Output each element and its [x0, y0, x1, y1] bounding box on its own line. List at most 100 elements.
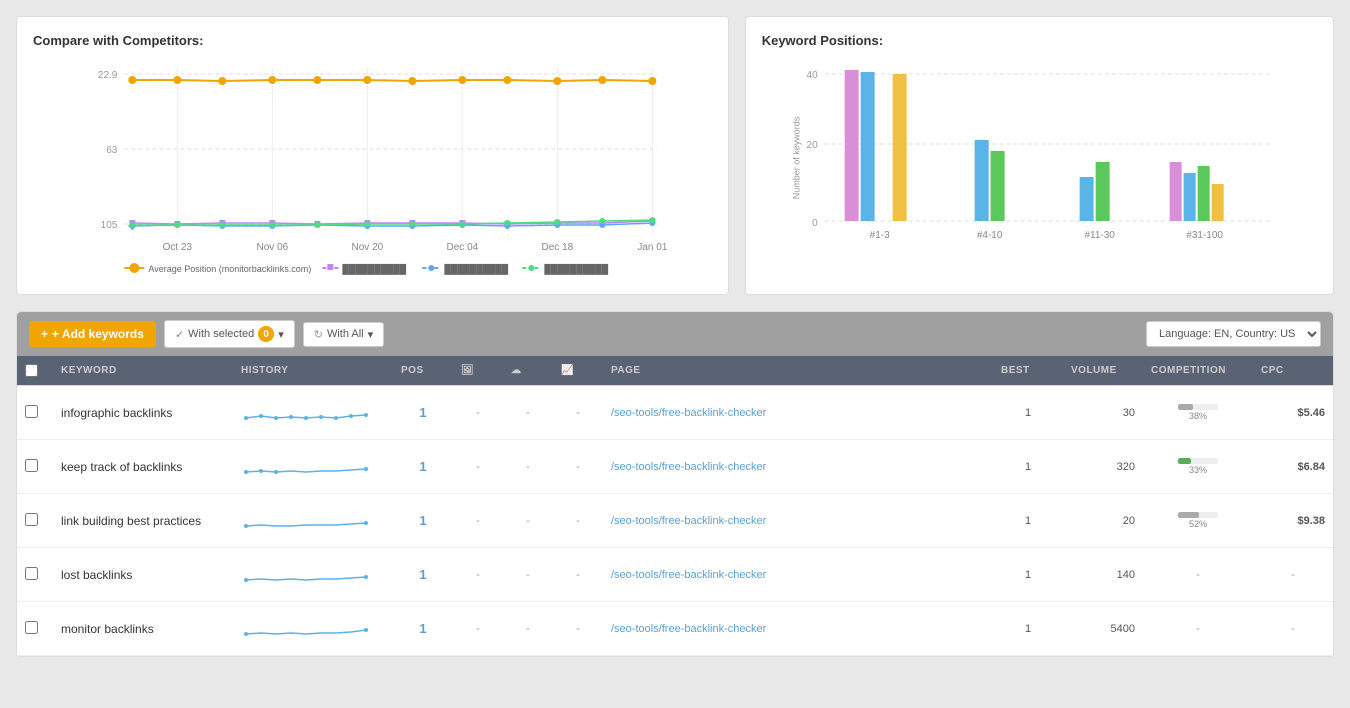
svg-text:Dec 04: Dec 04	[447, 242, 479, 253]
row-1-pos: 1	[393, 401, 453, 424]
row-checkbox-5[interactable]	[17, 617, 53, 641]
row-2-volume: 320	[1063, 457, 1143, 477]
row-5-mini-chart	[241, 612, 371, 642]
svg-text:105: 105	[101, 220, 118, 231]
row-3-history	[233, 500, 393, 541]
row-4-best: 1	[993, 565, 1063, 585]
table-row: lost backlinks 1 - - - /seo-tools/free-b…	[17, 548, 1333, 602]
with-all-label: With All	[327, 328, 364, 340]
svg-text:63: 63	[106, 145, 118, 156]
rotate-icon: ↻	[314, 328, 323, 341]
row-checkbox-4[interactable]	[17, 563, 53, 587]
bar-chart-area: 40 20 0 Number of keywords	[762, 58, 1317, 278]
svg-text:0: 0	[812, 218, 818, 229]
row-4-col1: -	[453, 565, 503, 585]
line-chart-area: 22.9 63 105	[33, 58, 712, 278]
row-2-keyword: keep track of backlinks	[53, 456, 233, 478]
svg-text:#11-30: #11-30	[1084, 230, 1115, 241]
row-5-best: 1	[993, 619, 1063, 639]
row-3-pos: 1	[393, 509, 453, 532]
row-1-checkbox[interactable]	[25, 405, 38, 418]
svg-text:██████████: ██████████	[444, 263, 508, 275]
plus-icon: +	[41, 327, 48, 341]
row-2-history	[233, 446, 393, 487]
svg-text:██████████: ██████████	[544, 263, 608, 275]
row-3-best: 1	[993, 511, 1063, 531]
row-3-col1: -	[453, 511, 503, 531]
row-2-checkbox[interactable]	[25, 459, 38, 472]
row-5-col2: -	[503, 619, 553, 639]
svg-text:40: 40	[806, 70, 818, 81]
right-chart-title: Keyword Positions:	[762, 33, 1317, 48]
row-2-mini-chart	[241, 450, 371, 480]
th-best: BEST	[993, 364, 1063, 377]
row-5-history	[233, 608, 393, 649]
th-keyword: KEYWORD	[53, 364, 233, 377]
row-5-competition: -	[1143, 619, 1253, 639]
svg-text:Jan 01: Jan 01	[637, 242, 667, 253]
row-3-page[interactable]: /seo-tools/free-backlink-checker	[603, 511, 993, 531]
th-volume: VOLUME	[1063, 364, 1143, 377]
row-1-history	[233, 392, 393, 433]
row-5-checkbox[interactable]	[25, 621, 38, 634]
row-4-competition: -	[1143, 565, 1253, 585]
table-row: monitor backlinks 1 - - - /seo-tools/fre…	[17, 602, 1333, 656]
svg-text:██████████: ██████████	[342, 263, 406, 275]
row-5-volume: 5400	[1063, 619, 1143, 639]
bar-chart-svg: 40 20 0 Number of keywords	[762, 58, 1317, 278]
select-all-checkbox[interactable]	[25, 364, 38, 377]
svg-text:Average Position (monitorbackl: Average Position (monitorbacklinks.com)	[148, 264, 311, 274]
row-4-history	[233, 554, 393, 595]
row-1-volume: 30	[1063, 403, 1143, 423]
table-row: link building best practices 1 - - - /se…	[17, 494, 1333, 548]
th-history: HISTORY	[233, 364, 393, 377]
row-5-col1: -	[453, 619, 503, 639]
row-2-col2: -	[503, 457, 553, 477]
svg-text:Dec 18: Dec 18	[542, 242, 574, 253]
with-all-button[interactable]: ↻ With All ▾	[303, 322, 384, 347]
row-2-pos: 1	[393, 455, 453, 478]
left-chart-card: Compare with Competitors: 22.9 63 105	[16, 16, 729, 295]
row-4-col2: -	[503, 565, 553, 585]
th-icon1: 🖼	[453, 364, 503, 377]
toolbar: + + Add keywords ✓ With selected 0 ▾ ↻ W…	[17, 312, 1333, 356]
row-3-col2: -	[503, 511, 553, 531]
row-checkbox-1[interactable]	[17, 401, 53, 425]
left-chart-title: Compare with Competitors:	[33, 33, 712, 48]
svg-text:Number of keywords: Number of keywords	[791, 116, 801, 199]
row-4-volume: 140	[1063, 565, 1143, 585]
table-header: KEYWORD HISTORY POS 🖼 ☁ 📈 PAGE BEST VOLU…	[17, 356, 1333, 386]
table-row: infographic backlinks 1 - - -	[17, 386, 1333, 440]
row-checkbox-3[interactable]	[17, 509, 53, 533]
th-page: PAGE	[603, 364, 993, 377]
row-2-cpc: $6.84	[1253, 457, 1333, 477]
row-4-page[interactable]: /seo-tools/free-backlink-checker	[603, 565, 993, 585]
row-4-mini-chart	[241, 558, 371, 588]
row-2-best: 1	[993, 457, 1063, 477]
row-3-volume: 20	[1063, 511, 1143, 531]
row-2-page[interactable]: /seo-tools/free-backlink-checker	[603, 457, 993, 477]
row-1-best: 1	[993, 403, 1063, 423]
row-3-competition: 52%	[1143, 508, 1253, 533]
with-selected-button[interactable]: ✓ With selected 0 ▾	[164, 320, 295, 348]
row-1-page[interactable]: /seo-tools/free-backlink-checker	[603, 403, 993, 423]
language-select[interactable]: Language: EN, Country: US	[1146, 321, 1321, 347]
add-keywords-label: + Add keywords	[52, 327, 144, 341]
row-2-col1: -	[453, 457, 503, 477]
th-cpc: CPC	[1253, 364, 1333, 377]
row-3-mini-chart	[241, 504, 371, 534]
row-checkbox-2[interactable]	[17, 455, 53, 479]
top-row: Compare with Competitors: 22.9 63 105	[16, 16, 1334, 295]
chevron-down-icon: ▾	[278, 328, 284, 341]
th-checkbox	[17, 364, 53, 377]
th-icon3: 📈	[553, 364, 603, 377]
row-3-keyword: link building best practices	[53, 510, 233, 532]
row-4-checkbox[interactable]	[25, 567, 38, 580]
row-4-keyword: lost backlinks	[53, 564, 233, 586]
with-selected-label: With selected	[188, 328, 254, 340]
add-keywords-button[interactable]: + + Add keywords	[29, 321, 156, 347]
row-5-page[interactable]: /seo-tools/free-backlink-checker	[603, 619, 993, 639]
row-2-col3: -	[553, 457, 603, 477]
row-3-checkbox[interactable]	[25, 513, 38, 526]
th-pos: POS	[393, 364, 453, 377]
